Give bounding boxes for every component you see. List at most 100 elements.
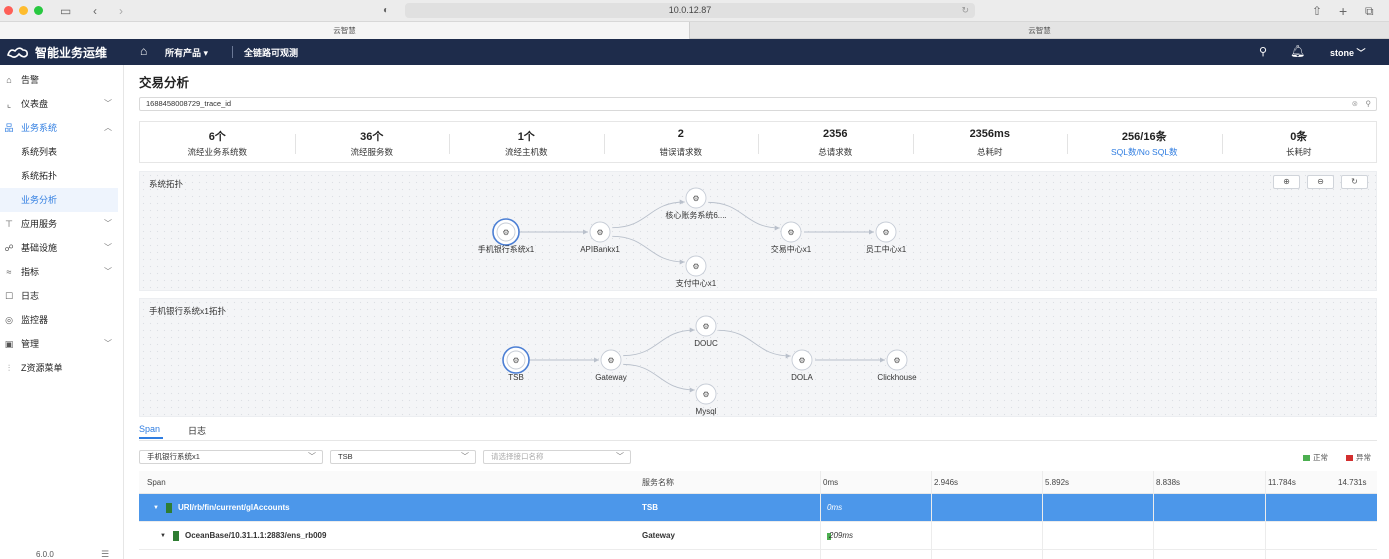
sidebar-item-label: Z资源菜单 bbox=[21, 363, 63, 373]
topology-node[interactable]: ⚙ DOUC bbox=[694, 315, 718, 348]
stat-label: 长耗时 bbox=[1285, 147, 1312, 157]
sidebar-item-business-analysis[interactable]: 业务分析 bbox=[0, 188, 118, 212]
tab-span[interactable]: Span bbox=[139, 424, 163, 439]
sidebar-item-system-list[interactable]: 系统列表 bbox=[0, 140, 123, 164]
service-node-icon: ⚙ bbox=[787, 228, 794, 237]
stat-value: 0条 bbox=[1290, 131, 1308, 143]
sidebar-item-metrics[interactable]: ≈ 指标 ﹀ bbox=[0, 260, 123, 284]
collapse-menu-icon[interactable]: ☰ bbox=[101, 549, 109, 559]
collapse-triangle-icon[interactable]: ▼ bbox=[153, 494, 159, 522]
topology-node[interactable]: ⚙ Gateway bbox=[595, 349, 627, 382]
grid-line bbox=[1042, 471, 1043, 559]
node-label: DOUC bbox=[694, 339, 718, 348]
browser-tab-2[interactable]: 云智慧 bbox=[690, 22, 1389, 39]
interface-select[interactable]: 请选择接口名称 ﹀ bbox=[483, 450, 631, 464]
node-label: 交易中心x1 bbox=[771, 244, 812, 254]
minimize-window-button[interactable] bbox=[19, 6, 28, 15]
span-name: URI/rb/fin/current/glAccounts bbox=[178, 503, 290, 512]
home-icon[interactable]: ⌂ bbox=[140, 44, 147, 58]
clear-icon[interactable]: ⊗ bbox=[1352, 98, 1358, 110]
service-node-icon: ⚙ bbox=[596, 228, 603, 237]
sidebar-item-z-resource[interactable]: ⫶ Z资源菜单 bbox=[0, 356, 123, 380]
arrow-head-icon bbox=[679, 199, 685, 205]
stats-bar: 6个 流经业务系统数 36个 流经服务数 1个 流经主机数 2 错误请求数 2356 总请… bbox=[139, 121, 1377, 163]
sidebar-item-monitor[interactable]: ◎ 监控器 bbox=[0, 308, 123, 332]
sidebar-item-dashboard[interactable]: ⌞ 仪表盘 ﹀ bbox=[0, 92, 123, 116]
new-tab-icon[interactable]: + bbox=[1339, 3, 1347, 19]
table-row[interactable]: ▼ OceanBase/10.31.1.1:2883/ens_rb009 Gat… bbox=[139, 522, 1377, 550]
address-bar[interactable]: 10.0.12.87 ↻ bbox=[405, 3, 975, 18]
stat-label-link[interactable]: SQL数/No SQL数 bbox=[1067, 146, 1222, 158]
page-title: 交易分析 bbox=[139, 76, 190, 90]
search-icon[interactable]: ⚲ bbox=[1366, 98, 1372, 110]
all-products-menu[interactable]: 所有产品 ▾ bbox=[165, 46, 208, 59]
stat-value: 36个 bbox=[360, 131, 384, 143]
service-node-icon: ⚙ bbox=[512, 356, 519, 365]
user-menu[interactable]: stone ﹀ bbox=[1330, 46, 1366, 59]
topology-node[interactable]: ⚙ 手机银行系统x1 bbox=[478, 218, 535, 254]
service-select[interactable]: TSB ﹀ bbox=[330, 450, 476, 464]
sidebar-item-app-service[interactable]: ⊤ 应用服务 ﹀ bbox=[0, 212, 123, 236]
sidebar-item-alert[interactable]: ⌂ 告警 bbox=[0, 68, 123, 92]
app-name: 智能业务运维 bbox=[35, 45, 108, 60]
z-resource-icon: ⫶ bbox=[7, 363, 11, 373]
service-select-value: TSB bbox=[338, 452, 353, 461]
browser-tab-1[interactable]: 云智慧 bbox=[0, 22, 690, 39]
arrow-head-icon bbox=[689, 387, 695, 393]
topology-node[interactable]: ⚙ TSB bbox=[502, 346, 530, 382]
node-label: TSB bbox=[508, 373, 524, 382]
service-node-icon: ⚙ bbox=[893, 356, 900, 365]
collapse-triangle-icon[interactable]: ▼ bbox=[160, 522, 166, 550]
sidebar-item-business-system[interactable]: 品业务系统 ︿ bbox=[0, 116, 123, 140]
topology-node[interactable]: ⚙ DOLA bbox=[791, 349, 814, 382]
stat-label: 流经业务系统数 bbox=[187, 147, 247, 157]
topology-node[interactable]: ⚙ 员工中心x1 bbox=[866, 221, 907, 254]
sidebar-item-log[interactable]: ☐ 日志 bbox=[0, 284, 123, 308]
sidebar-toggle-icon[interactable]: ▭ bbox=[60, 3, 71, 19]
app-logo[interactable]: 智能业务运维 bbox=[6, 43, 107, 61]
sidebar-item-infrastructure[interactable]: ☍ 基础设施 ﹀ bbox=[0, 236, 123, 260]
topology-node[interactable]: ⚙ 核心账务系统6.... bbox=[665, 187, 727, 220]
arrow-head-icon bbox=[785, 353, 791, 359]
close-window-button[interactable] bbox=[4, 6, 13, 15]
reload-icon[interactable]: ↻ bbox=[961, 3, 969, 18]
topology-node[interactable]: ⚙ APIBankx1 bbox=[580, 221, 620, 254]
privacy-shield-icon[interactable]: ◐ bbox=[383, 3, 389, 19]
service-node-icon: ⚙ bbox=[702, 390, 709, 399]
table-row[interactable]: ▼ URI/rb/fin/current/glAccounts TSB 0ms bbox=[139, 494, 1377, 522]
span-status-marker bbox=[173, 531, 179, 541]
topology-node[interactable]: ⚙ Clickhouse bbox=[877, 349, 917, 382]
node-label: DOLA bbox=[791, 373, 813, 382]
stat-sql[interactable]: 256/16条 SQL数/No SQL数 bbox=[1067, 122, 1222, 162]
service-node-icon: ⚙ bbox=[607, 356, 614, 365]
chevron-down-icon: ﹀ bbox=[616, 452, 624, 461]
table-header: Span 服务名称 0ms 2.946s 5.892s 8.838s 11.78… bbox=[139, 471, 1377, 494]
share-icon[interactable]: ⇧ bbox=[1312, 3, 1322, 19]
search-icon[interactable]: ⚲ bbox=[1259, 45, 1267, 58]
back-icon[interactable]: ‹ bbox=[93, 3, 97, 19]
node-label: Mysql bbox=[696, 407, 717, 416]
stat-label: 流经服务数 bbox=[350, 147, 393, 157]
topology-node[interactable]: ⚙ Mysql bbox=[695, 383, 717, 416]
tab-overview-icon[interactable]: ⧉ bbox=[1365, 3, 1374, 19]
system-topology-graph: ⚙ 手机银行系统x1 ⚙ APIBankx1 ⚙ 核心账务系统6.... ⚙ 支付中心x1 ⚙ 交… bbox=[478, 187, 907, 288]
sidebar-item-system-topology[interactable]: 系统拓扑 bbox=[0, 164, 123, 188]
service-name: Gateway bbox=[642, 531, 675, 540]
node-label: Clickhouse bbox=[877, 373, 917, 382]
chevron-up-icon: ︿ bbox=[104, 123, 112, 132]
span-name: OceanBase/10.31.1.1:2883/ens_rb009 bbox=[185, 531, 327, 540]
system-select[interactable]: 手机银行系统x1 ﹀ bbox=[139, 450, 323, 464]
sidebar-item-label: 管理 bbox=[21, 339, 40, 349]
sidebar-item-manage[interactable]: ▣ 管理 ﹀ bbox=[0, 332, 123, 356]
zoom-window-button[interactable] bbox=[34, 6, 43, 15]
service-node-icon: ⚙ bbox=[692, 262, 699, 271]
tab-log[interactable]: 日志 bbox=[188, 424, 206, 437]
forward-icon[interactable]: › bbox=[119, 3, 123, 19]
full-link-observe-link[interactable]: 全链路可观测 bbox=[244, 46, 298, 59]
trace-search-input[interactable]: 1688458008729_trace_id ⊗ ⚲ bbox=[139, 97, 1377, 111]
bell-icon[interactable]: 🔔︎ bbox=[1290, 44, 1305, 58]
topology-edge bbox=[718, 329, 791, 357]
app-topology-panel: 手机银行系统x1拓扑 ⚙ TSB ⚙ Gateway ⚙ DOUC ⚙ Mysql ⚙ DOLA ⚙… bbox=[139, 298, 1377, 417]
stat-value: 256/16条 bbox=[1121, 131, 1167, 143]
sidebar-item-label: 应用服务 bbox=[21, 219, 58, 229]
